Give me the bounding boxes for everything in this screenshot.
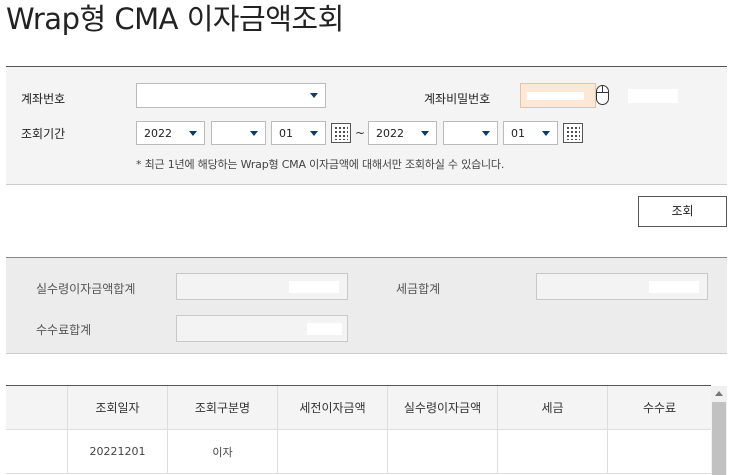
masked-area — [628, 89, 678, 103]
fee-total-label: 수수료합계 — [36, 323, 92, 337]
table-cell-pretax-interest — [277, 430, 387, 473]
table-cell-net-interest — [387, 430, 497, 473]
table-scrollbar[interactable] — [711, 386, 727, 475]
column-header — [6, 386, 67, 429]
table-cell-fee — [607, 430, 711, 473]
password-label: 계좌비밀번호 — [424, 92, 491, 106]
to-month-select[interactable] — [443, 121, 498, 145]
net-interest-total-value — [176, 273, 348, 300]
column-header-fee: 수수료 — [607, 386, 711, 429]
chevron-down-icon — [189, 131, 197, 136]
column-header-date: 조회일자 — [67, 386, 167, 429]
calendar-icon[interactable] — [331, 123, 351, 143]
scroll-thumb[interactable] — [712, 402, 726, 475]
masked-value — [527, 92, 584, 100]
page-title: Wrap형 CMA 이자금액조회 — [6, 2, 344, 36]
chevron-down-icon — [542, 131, 550, 136]
tax-total-value — [536, 273, 708, 300]
scroll-up-icon[interactable] — [715, 391, 723, 396]
chevron-down-icon — [250, 131, 258, 136]
table-cell-tax — [497, 430, 607, 473]
period-note: * 최근 1년에 해당하는 Wrap형 CMA 이자금액에 대해서만 조회하실 … — [136, 158, 505, 171]
table-cell-date: 20221201 — [67, 430, 167, 473]
table-header-row: 조회일자 조회구분명 세전이자금액 실수령이자금액 세금 수수료 — [6, 386, 711, 430]
search-form-panel: 계좌번호 계좌비밀번호 조회기간 2022 01 ~ 2022 01 * 최근 … — [6, 66, 727, 185]
from-day-select[interactable]: 01 — [271, 121, 326, 145]
column-header-type: 조회구분명 — [167, 386, 277, 429]
from-year-select[interactable]: 2022 — [136, 121, 205, 145]
chevron-down-icon — [310, 93, 318, 98]
table-row[interactable]: 20221201 이자 — [6, 430, 711, 474]
page: Wrap형 CMA 이자금액조회 계좌번호 계좌비밀번호 조회기간 2022 0… — [0, 0, 734, 475]
to-day-select[interactable]: 01 — [503, 121, 558, 145]
range-separator: ~ — [355, 126, 366, 140]
search-button[interactable]: 조회 — [638, 196, 727, 227]
summary-panel: 실수령이자금액합계 세금합계 수수료합계 — [6, 257, 727, 354]
fee-total-value — [176, 315, 348, 342]
account-label: 계좌번호 — [21, 92, 66, 106]
chevron-down-icon — [482, 131, 490, 136]
calendar-icon[interactable] — [563, 123, 583, 143]
account-select[interactable] — [136, 83, 326, 108]
period-label: 조회기간 — [21, 127, 66, 141]
table-cell — [6, 430, 67, 473]
from-month-select[interactable] — [211, 121, 266, 145]
column-header-tax: 세금 — [497, 386, 607, 429]
table-cell-type: 이자 — [167, 430, 277, 473]
to-year-select[interactable]: 2022 — [368, 121, 437, 145]
tax-total-label: 세금합계 — [396, 282, 441, 296]
chevron-down-icon — [421, 131, 429, 136]
column-header-pretax-interest: 세전이자금액 — [277, 386, 387, 429]
net-interest-total-label: 실수령이자금액합계 — [36, 282, 136, 296]
chevron-down-icon — [310, 131, 318, 136]
interest-table: 조회일자 조회구분명 세전이자금액 실수령이자금액 세금 수수료 2022120… — [6, 385, 711, 474]
password-input[interactable] — [520, 83, 596, 108]
mouse-icon[interactable] — [596, 85, 609, 105]
column-header-net-interest: 실수령이자금액 — [387, 386, 497, 429]
